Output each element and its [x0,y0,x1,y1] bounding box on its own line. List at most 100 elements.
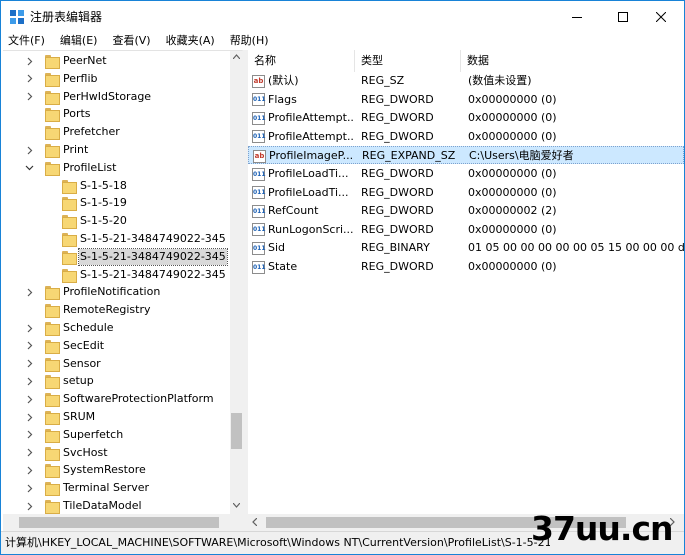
folder-icon [45,357,60,372]
tree-scroll-thumb[interactable] [231,413,242,449]
value-row[interactable]: 011 RunLogonScri... REG_DWORD 0x00000000 (0… [248,221,684,239]
value-row[interactable]: 011 Flags REG_DWORD 0x00000000 (0) [248,91,684,109]
chevron-right-icon[interactable] [25,288,34,297]
chevron-right-icon[interactable] [25,74,34,83]
scroll-down-icon[interactable] [233,503,240,508]
value-row[interactable]: 011 ProfileLoadTi... REG_DWORD 0x00000000 (… [248,165,684,183]
tree-item-label: TileDataModel [63,499,142,512]
no-expander [42,235,51,244]
chevron-right-icon[interactable] [25,448,34,457]
value-row[interactable]: ab ProfileImageP... REG_EXPAND_SZ C:\Users\… [248,146,684,165]
chevron-right-icon[interactable] [25,377,34,386]
current-key-path: 计算机\HKEY_LOCAL_MACHINE\SOFTWARE\Microsof… [5,536,550,549]
folder-icon [45,55,60,69]
value-name-cell: 011 RefCount [252,202,355,220]
binary-value-icon: 011 [252,186,266,200]
tree-item[interactable]: S-1-5-20 [3,212,231,230]
tree-horizontal-scrollbar[interactable] [3,514,243,531]
folder-icon [45,500,60,514]
folder-icon [62,197,77,212]
tree-item[interactable]: Superfetch [3,426,231,444]
value-type: REG_DWORD [361,185,434,199]
chevron-right-icon[interactable] [25,413,34,422]
chevron-right-icon[interactable] [25,57,34,66]
chevron-right-icon[interactable] [25,341,34,350]
folder-icon [45,304,60,319]
tree-item[interactable]: Schedule [3,319,231,337]
no-expander [42,252,51,261]
value-row[interactable]: 011 ProfileLoadTi... REG_DWORD 0x00000000 (… [248,184,684,202]
minimize-button[interactable] [554,1,600,32]
folder-icon [45,339,60,354]
chevron-right-icon[interactable] [25,430,34,439]
chevron-right-icon[interactable] [25,484,34,493]
value-row[interactable]: 011 State REG_DWORD 0x00000000 (0) [248,258,684,276]
tree-item[interactable]: Terminal Server [3,479,231,497]
value-row[interactable]: 011 Sid REG_BINARY 01 05 00 00 00 00 00 05 … [248,239,684,257]
tree-item-label: S-1-5-21-3484749022-345 [78,247,228,266]
folder-icon [62,179,77,194]
tree-vertical-scrollbar[interactable] [230,51,242,514]
key-tree[interactable]: TileDataModel Terminal Server SystemRestor… [3,50,243,514]
tree-item[interactable]: ProfileList [3,159,231,177]
folder-icon [62,250,77,265]
menu-view[interactable]: 查看(V) [107,32,155,50]
scroll-left-icon[interactable] [252,518,257,526]
tree-item[interactable]: Sensor [3,355,231,373]
chevron-right-icon[interactable] [25,395,34,404]
chevron-right-icon[interactable] [25,359,34,368]
title-bar[interactable]: 注册表编辑器 [1,1,684,32]
tree-item[interactable]: PerHwIdStorage [3,88,231,106]
menu-file[interactable]: 文件(F) [3,32,50,50]
column-header-name[interactable]: 名称 [248,50,355,72]
tree-item-label: S-1-5-21-3484749022-345 [80,267,226,281]
tree-item-label: SoftwareProtectionPlatform [63,392,214,406]
tree-item[interactable]: Prefetcher [3,123,231,141]
string-value-icon: ab [252,74,265,88]
value-name: RefCount [268,204,319,218]
chevron-right-icon[interactable] [25,92,34,101]
menu-favorites[interactable]: 收藏夹(A) [161,32,220,50]
column-header-data[interactable]: 数据 [461,50,684,72]
tree-item[interactable]: S-1-5-21-3484749022-345 [3,230,231,248]
tree-item-label: Superfetch [63,427,124,441]
tree-item[interactable]: SecEdit [3,337,231,355]
tree-item[interactable]: SRUM [3,408,231,426]
menu-help[interactable]: 帮助(H) [225,32,274,50]
tree-item[interactable]: ProfileNotification [3,283,231,301]
tree-item[interactable]: Perflib [3,70,231,88]
value-row[interactable]: 011 RefCount REG_DWORD 0x00000002 (2) [248,202,684,220]
tree-item[interactable]: setup [3,372,231,390]
folder-icon [62,268,77,283]
values-list[interactable]: 名称 类型 数据 ab (默认) REG_SZ (数值未设置) 011 Flags REG_… [248,50,684,514]
tree-hscroll-thumb[interactable] [19,517,219,528]
tree-item[interactable]: RemoteRegistry [3,301,231,319]
column-header-type[interactable]: 类型 [355,50,461,72]
chevron-right-icon[interactable] [25,466,34,475]
tree-item[interactable]: TileDataModel [3,497,231,514]
menu-edit[interactable]: 编辑(E) [55,32,103,50]
chevron-down-icon[interactable] [25,163,34,172]
tree-item[interactable]: SystemRestore [3,461,231,479]
tree-item[interactable]: Print [3,141,231,159]
tree-item[interactable]: S-1-5-19 [3,194,231,212]
no-expander [42,181,51,190]
chevron-right-icon[interactable] [25,324,34,333]
tree-item[interactable]: PeerNet [3,52,231,70]
scroll-up-icon[interactable] [233,54,240,59]
value-row[interactable]: 011 ProfileAttempt... REG_DWORD 0x00000000 … [248,109,684,127]
tree-item[interactable]: S-1-5-18 [3,177,231,195]
tree-item[interactable]: SvcHost [3,444,231,462]
tree-item[interactable]: S-1-5-21-3484749022-345 [3,247,231,266]
value-row[interactable]: ab (默认) REG_SZ (数值未设置) [248,72,684,90]
tree-item[interactable]: S-1-5-21-3484749022-345 [3,266,231,284]
value-row[interactable]: 011 ProfileAttempt... REG_DWORD 0x00000000 … [248,128,684,146]
tree-item[interactable]: SoftwareProtectionPlatform [3,390,231,408]
tree-item[interactable]: Ports [3,105,231,123]
value-name: Flags [268,92,297,106]
chevron-right-icon[interactable] [25,146,34,155]
value-data: 0x00000002 (2) [468,204,557,218]
close-button[interactable] [638,1,684,32]
value-name: State [268,260,298,273]
chevron-right-icon[interactable] [25,502,34,511]
